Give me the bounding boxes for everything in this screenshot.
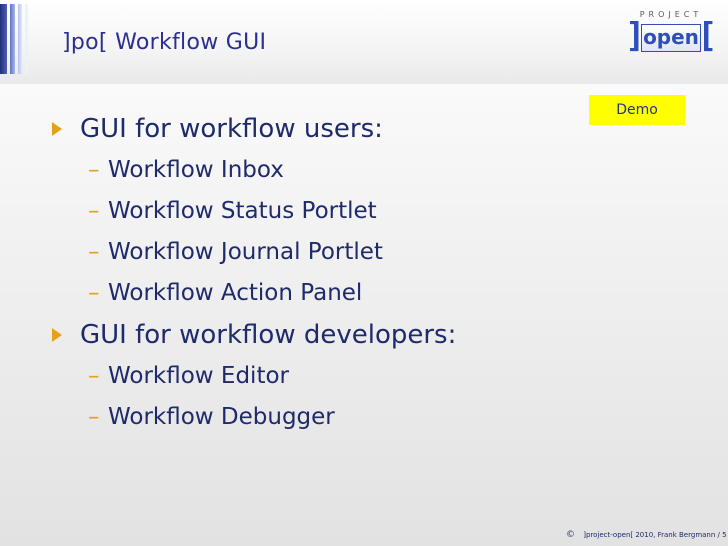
logo-right-bracket: [ — [697, 16, 718, 56]
bullet-item: GUI for workflow users: — [52, 108, 572, 150]
bullet-item: GUI for workflow developers: — [52, 314, 572, 356]
dash-icon: – — [88, 239, 100, 265]
sub-bullet-item: – Workflow Action Panel — [52, 273, 572, 314]
sub-bullet-label: Workflow Inbox — [108, 157, 284, 183]
sub-bullet-item: – Workflow Inbox — [52, 150, 572, 191]
dash-icon: – — [88, 198, 100, 224]
slide-header: ]po[ Workflow GUI PROJECT ] open [ — [0, 0, 728, 84]
sub-bullet-item: – Workflow Editor — [52, 356, 572, 397]
slide-content: GUI for workflow users: – Workflow Inbox… — [52, 108, 572, 438]
logo-main-text: open — [643, 25, 699, 49]
dash-icon: – — [88, 363, 100, 389]
sub-bullet-item: – Workflow Status Portlet — [52, 191, 572, 232]
slide-title: ]po[ Workflow GUI — [62, 30, 267, 55]
sub-bullet-label: Workflow Journal Portlet — [108, 239, 383, 265]
sub-bullet-label: Workflow Status Portlet — [108, 198, 377, 224]
dash-icon: – — [88, 404, 100, 430]
decor-bar — [10, 4, 15, 74]
bullet-label: GUI for workflow users: — [80, 114, 383, 144]
logo-box: open — [641, 24, 701, 52]
bullet-arrow-icon — [52, 122, 62, 136]
sub-bullet-label: Workflow Editor — [108, 363, 289, 389]
sub-bullet-label: Workflow Action Panel — [108, 280, 363, 306]
dash-icon: – — [88, 157, 100, 183]
decor-bar — [0, 4, 7, 74]
decorative-bars — [0, 0, 36, 84]
bullet-arrow-icon — [52, 328, 62, 342]
footer-text: ]project-open[ 2010, Frank Bergmann / 5 — [583, 531, 727, 539]
sub-bullet-item: – Workflow Debugger — [52, 397, 572, 438]
copyright-icon: © — [566, 530, 575, 540]
sub-bullet-label: Workflow Debugger — [108, 404, 335, 430]
sub-bullet-item: – Workflow Journal Portlet — [52, 232, 572, 273]
decor-bar — [25, 4, 28, 74]
project-open-logo: PROJECT ] open [ — [625, 8, 718, 56]
bullet-label: GUI for workflow developers: — [80, 320, 457, 350]
logo-top-text: PROJECT — [639, 10, 703, 19]
slide-footer: © ]project-open[ 2010, Frank Bergmann / … — [566, 530, 727, 540]
demo-button[interactable]: Demo — [589, 95, 685, 125]
decor-bar — [18, 4, 22, 74]
dash-icon: – — [88, 280, 100, 306]
